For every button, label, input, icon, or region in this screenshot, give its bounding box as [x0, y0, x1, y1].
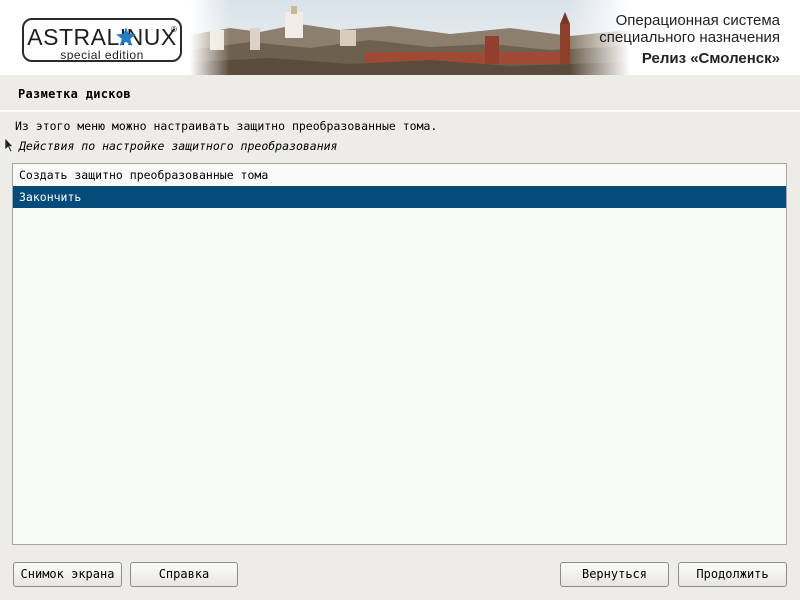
city-panorama-image [190, 0, 630, 75]
help-button[interactable]: Справка [130, 562, 238, 587]
registered-mark: ® [171, 25, 177, 34]
mouse-pointer-icon [4, 137, 14, 153]
os-title-line2: специального назначения [599, 29, 780, 46]
os-description: Операционная система специального назнач… [599, 12, 780, 69]
separator [0, 110, 800, 112]
astralinux-logo: ASTRALINUX special edition ® [22, 18, 182, 62]
list-item-finish[interactable]: Закончить [13, 186, 786, 208]
actions-listbox[interactable]: Создать защитно преобразованные тома Зак… [12, 163, 787, 545]
description-text: Из этого меню можно настраивать защитно … [15, 119, 438, 133]
page-title: Разметка дисков [18, 87, 131, 101]
header-banner: ASTRALINUX special edition ® Операционна… [0, 0, 800, 75]
release-name: Релиз «Смоленск» [641, 50, 780, 67]
logo-subtitle: special edition [60, 48, 144, 62]
continue-button[interactable]: Продолжить [678, 562, 787, 587]
back-button[interactable]: Вернуться [560, 562, 669, 587]
list-item-create-volumes[interactable]: Создать защитно преобразованные тома [13, 164, 786, 186]
os-title-line1: Операционная система [615, 12, 780, 29]
star-icon [116, 27, 136, 46]
logo-text: ASTRALINUX [27, 24, 177, 50]
section-label: Действия по настройке защитного преобраз… [19, 139, 338, 153]
screenshot-button[interactable]: Снимок экрана [13, 562, 122, 587]
